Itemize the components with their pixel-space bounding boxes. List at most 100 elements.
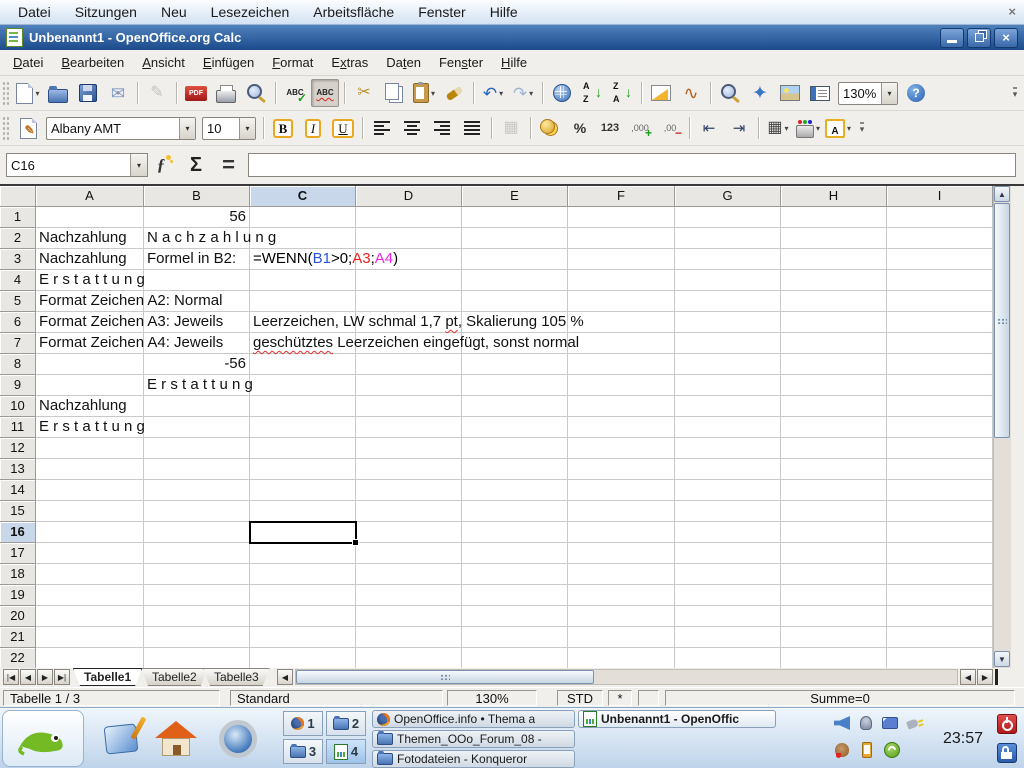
tab-prev-button[interactable]: ◀ bbox=[20, 669, 36, 685]
cell-B2[interactable]: N a c h z a h l u n g bbox=[144, 228, 250, 249]
cell-B13[interactable] bbox=[144, 459, 250, 480]
function-wizard-button[interactable]: ƒ bbox=[150, 152, 178, 178]
cell-H10[interactable] bbox=[781, 396, 887, 417]
increase-indent-button[interactable]: ⇥ bbox=[725, 114, 753, 142]
cell-I19[interactable] bbox=[887, 585, 993, 606]
cell-C15[interactable] bbox=[250, 501, 356, 522]
borders-button[interactable]: ▦▾ bbox=[764, 114, 792, 142]
cell-B20[interactable] bbox=[144, 606, 250, 627]
cell-E9[interactable] bbox=[462, 375, 568, 396]
row-header-5[interactable]: 5 bbox=[0, 291, 36, 312]
cell-F7[interactable] bbox=[568, 333, 675, 354]
print-button[interactable] bbox=[212, 79, 240, 107]
paste-button-dropdown-icon[interactable]: ▾ bbox=[431, 89, 435, 98]
row-header-10[interactable]: 10 bbox=[0, 396, 36, 417]
sum-button[interactable]: Σ bbox=[182, 152, 210, 178]
cell-I10[interactable] bbox=[887, 396, 993, 417]
pager-desktop-4[interactable]: 4 bbox=[326, 739, 366, 764]
cell-A19[interactable] bbox=[36, 585, 144, 606]
cell-D20[interactable] bbox=[356, 606, 462, 627]
cell-G12[interactable] bbox=[675, 438, 781, 459]
menu-bearbeiten[interactable]: Bearbeiten bbox=[52, 50, 133, 75]
cell-E19[interactable] bbox=[462, 585, 568, 606]
data-sources-button[interactable] bbox=[806, 79, 834, 107]
status-zoom[interactable]: 130% bbox=[447, 690, 537, 706]
tab-first-button[interactable]: |◀ bbox=[3, 669, 19, 685]
cell-F4[interactable] bbox=[568, 270, 675, 291]
chart-button[interactable] bbox=[647, 79, 675, 107]
sheet-tab-tabelle1[interactable]: Tabelle1 bbox=[73, 668, 142, 686]
cell-F15[interactable] bbox=[568, 501, 675, 522]
cell-F13[interactable] bbox=[568, 459, 675, 480]
cell-I1[interactable] bbox=[887, 207, 993, 228]
scroll-down-button[interactable]: ▼ bbox=[994, 651, 1010, 667]
borders-button-dropdown-icon[interactable]: ▾ bbox=[785, 124, 789, 133]
styles-button[interactable]: ✎ bbox=[14, 114, 42, 142]
cell-G11[interactable] bbox=[675, 417, 781, 438]
scroll-up-button[interactable]: ▲ bbox=[994, 186, 1010, 202]
cell-C3[interactable]: =WENN(B1>0;A3;A4) bbox=[250, 249, 356, 270]
cell-I9[interactable] bbox=[887, 375, 993, 396]
cell-B16[interactable] bbox=[144, 522, 250, 543]
konqueror-launcher[interactable] bbox=[212, 714, 264, 764]
find-replace-button[interactable] bbox=[716, 79, 744, 107]
menu-daten[interactable]: Daten bbox=[377, 50, 430, 75]
cell-F9[interactable] bbox=[568, 375, 675, 396]
cell-A8[interactable] bbox=[36, 354, 144, 375]
menu-hilfe[interactable]: Hilfe bbox=[492, 50, 536, 75]
cell-H8[interactable] bbox=[781, 354, 887, 375]
row-header-20[interactable]: 20 bbox=[0, 606, 36, 627]
align-left-button[interactable] bbox=[368, 114, 396, 142]
column-header-C[interactable]: C bbox=[250, 186, 356, 207]
cell-B17[interactable] bbox=[144, 543, 250, 564]
cell-E20[interactable] bbox=[462, 606, 568, 627]
cell-I8[interactable] bbox=[887, 354, 993, 375]
cell-D16[interactable] bbox=[356, 522, 462, 543]
email-button[interactable]: ✉ bbox=[104, 79, 132, 107]
menu-format[interactable]: Format bbox=[263, 50, 322, 75]
horizontal-scrollbar[interactable] bbox=[295, 669, 958, 685]
cell-C4[interactable] bbox=[250, 270, 356, 291]
cell-H15[interactable] bbox=[781, 501, 887, 522]
cell-G10[interactable] bbox=[675, 396, 781, 417]
gallery-button[interactable] bbox=[776, 79, 804, 107]
search-dog-icon[interactable] bbox=[833, 741, 851, 759]
cell-C19[interactable] bbox=[250, 585, 356, 606]
cell-H19[interactable] bbox=[781, 585, 887, 606]
row-header-1[interactable]: 1 bbox=[0, 207, 36, 228]
menu-ansicht[interactable]: Ansicht bbox=[133, 50, 194, 75]
row-header-17[interactable]: 17 bbox=[0, 543, 36, 564]
power-plug-icon[interactable] bbox=[905, 714, 923, 732]
decrease-indent-button[interactable]: ⇤ bbox=[695, 114, 723, 142]
font-name-combo[interactable]: Albany AMT▾ bbox=[46, 117, 196, 140]
cell-H18[interactable] bbox=[781, 564, 887, 585]
cell-B1[interactable]: 56 bbox=[144, 207, 250, 228]
cell-A1[interactable] bbox=[36, 207, 144, 228]
row-header-19[interactable]: 19 bbox=[0, 585, 36, 606]
cell-D4[interactable] bbox=[356, 270, 462, 291]
bold-button[interactable]: B bbox=[269, 114, 297, 142]
cell-I4[interactable] bbox=[887, 270, 993, 291]
cell-G18[interactable] bbox=[675, 564, 781, 585]
desktop-menu-lesezeichen[interactable]: Lesezeichen bbox=[199, 0, 302, 24]
cell-D9[interactable] bbox=[356, 375, 462, 396]
cell-E11[interactable] bbox=[462, 417, 568, 438]
cell-B18[interactable] bbox=[144, 564, 250, 585]
cell-I17[interactable] bbox=[887, 543, 993, 564]
cell-E4[interactable] bbox=[462, 270, 568, 291]
cell-G2[interactable] bbox=[675, 228, 781, 249]
sheet-tab-tabelle2[interactable]: Tabelle2 bbox=[141, 668, 208, 686]
home-launcher[interactable] bbox=[150, 714, 202, 764]
taskbar-window-button[interactable]: OpenOffice.info • Thema a bbox=[372, 710, 575, 728]
cell-D13[interactable] bbox=[356, 459, 462, 480]
vertical-scroll-thumb[interactable] bbox=[994, 203, 1010, 438]
cell-D11[interactable] bbox=[356, 417, 462, 438]
merge-cells-button[interactable]: ▦ bbox=[497, 114, 525, 142]
kwrite-launcher[interactable] bbox=[95, 714, 147, 764]
cell-C1[interactable] bbox=[250, 207, 356, 228]
new-document-button-dropdown-icon[interactable]: ▾ bbox=[35, 89, 39, 98]
cell-H20[interactable] bbox=[781, 606, 887, 627]
cell-C11[interactable] bbox=[250, 417, 356, 438]
number-format-button[interactable]: 123 bbox=[596, 114, 624, 142]
cell-I20[interactable] bbox=[887, 606, 993, 627]
